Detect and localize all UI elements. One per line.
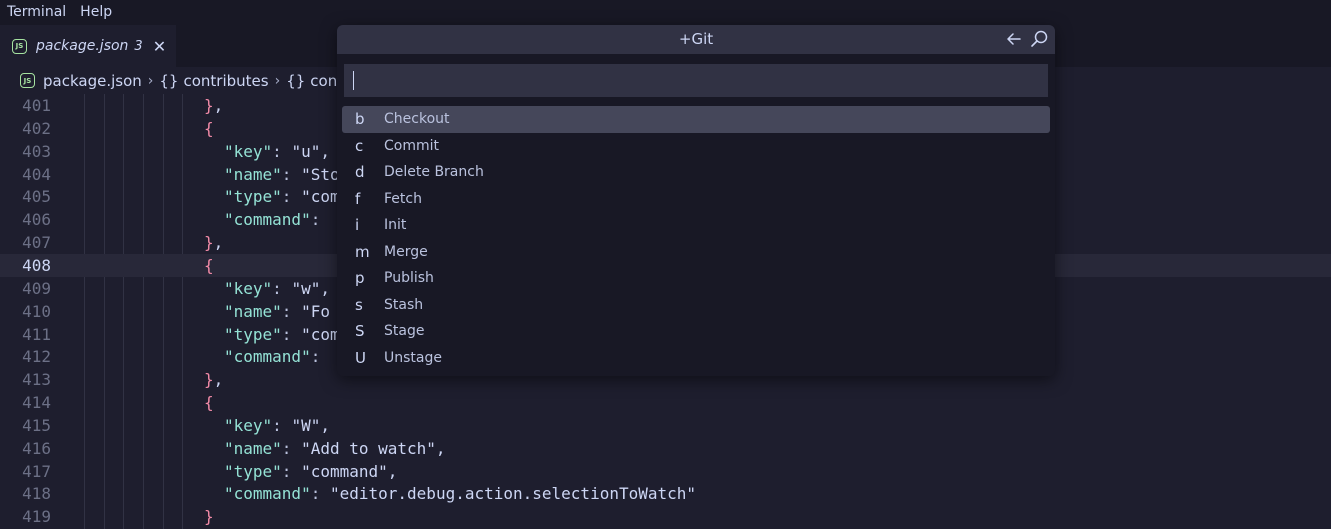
quick-pick-item-label: Delete Branch xyxy=(384,164,484,180)
js-file-icon: JS xyxy=(20,73,35,88)
quick-pick-input[interactable] xyxy=(344,64,1048,97)
line-number: 414 xyxy=(22,393,51,413)
code-line[interactable]: 418 "command": "editor.debug.action.selec… xyxy=(0,482,1331,505)
line-number: 410 xyxy=(22,301,51,321)
text-cursor xyxy=(353,71,354,90)
quick-pick-title: +Git xyxy=(678,30,714,48)
quick-pick-item[interactable]: i Init xyxy=(342,212,1050,239)
close-icon[interactable]: ✕ xyxy=(153,37,166,56)
keybinding-key: f xyxy=(355,189,361,208)
line-number: 408 xyxy=(22,255,51,275)
keybinding-key: c xyxy=(355,136,364,155)
keybinding-key: S xyxy=(355,322,365,340)
quick-pick-item-label: Commit xyxy=(384,137,439,154)
line-code: "key": "u", xyxy=(224,141,330,161)
quick-pick-title-bar: +Git xyxy=(337,25,1055,54)
code-line[interactable]: 417 "type": "command", xyxy=(0,460,1331,483)
quick-pick-item-label: Checkout xyxy=(384,111,450,127)
keybinding-key: U xyxy=(355,348,366,367)
object-icon: {} xyxy=(286,71,306,90)
chevron-right-icon: › xyxy=(274,72,281,89)
line-code: "command": xyxy=(224,347,321,367)
line-code: }, xyxy=(204,233,224,253)
keybinding-key: d xyxy=(355,163,365,181)
quick-pick-item[interactable]: U Unstage xyxy=(342,345,1050,372)
line-code: "name": "Add to watch", xyxy=(224,438,446,458)
line-number: 404 xyxy=(22,164,51,184)
quick-pick-item[interactable]: c Commit xyxy=(342,133,1050,160)
quick-pick-item[interactable]: S Stage xyxy=(342,318,1050,345)
line-code: "command": "editor.debug.action.selectio… xyxy=(224,484,697,504)
line-number: 411 xyxy=(22,324,51,344)
quick-pick-item[interactable]: b Checkout xyxy=(342,106,1050,133)
line-number: 401 xyxy=(22,96,51,115)
line-code: }, xyxy=(204,370,224,390)
line-number: 419 xyxy=(22,507,51,527)
quick-pick-item[interactable]: m Merge xyxy=(342,239,1050,266)
line-number: 417 xyxy=(22,461,51,481)
line-number: 413 xyxy=(22,370,51,390)
tab-package-json[interactable]: JS package.json 3 ✕ xyxy=(0,25,176,67)
quick-pick-item-label: Publish xyxy=(384,270,434,286)
object-icon: {} xyxy=(159,71,179,90)
line-number: 403 xyxy=(22,141,51,161)
line-code: "name": "Sto xyxy=(224,164,340,184)
quick-pick-item[interactable]: d Delete Branch xyxy=(342,159,1050,186)
quick-pick-item[interactable]: f Fetch xyxy=(342,186,1050,213)
arrow-left-icon[interactable] xyxy=(1005,30,1023,48)
quick-pick-item-label: Fetch xyxy=(384,190,422,207)
code-line[interactable]: 415 "key": "W", xyxy=(0,414,1331,437)
problem-count-badge: 3 xyxy=(134,38,143,54)
quick-pick-item[interactable]: p Publish xyxy=(342,265,1050,292)
quick-pick-item-label: Stage xyxy=(384,323,425,339)
search-icon[interactable] xyxy=(1029,29,1049,49)
line-number: 406 xyxy=(22,210,51,230)
line-number: 402 xyxy=(22,118,51,138)
code-line[interactable]: 414 { xyxy=(0,391,1331,414)
line-code: "type": "com xyxy=(224,187,340,207)
quick-pick-item-label: Init xyxy=(384,217,407,233)
keybinding-key: m xyxy=(355,242,370,261)
code-line[interactable]: 416 "name": "Add to watch", xyxy=(0,437,1331,460)
quick-pick: +Git b Checkout c Commit d Delete Branch f Fetc… xyxy=(337,25,1055,376)
line-code: } xyxy=(204,507,214,527)
chevron-right-icon: › xyxy=(147,72,154,89)
line-number: 415 xyxy=(22,415,51,435)
line-code: "key": "w", xyxy=(224,278,330,298)
line-number: 407 xyxy=(22,233,51,253)
line-number: 416 xyxy=(22,438,51,458)
line-code: { xyxy=(204,255,214,275)
tab-label: package.json xyxy=(36,38,129,54)
menu-terminal[interactable]: Terminal xyxy=(0,0,73,25)
quick-pick-list: b Checkout c Commit d Delete Branch f Fetch i Ini… xyxy=(342,106,1050,371)
line-code: "type": "command", xyxy=(224,461,398,481)
line-code: { xyxy=(204,118,214,138)
quick-pick-item-label: Unstage xyxy=(384,349,442,366)
quick-pick-item[interactable]: s Stash xyxy=(342,292,1050,319)
keybinding-key: i xyxy=(355,216,360,234)
breadcrumb-contributes[interactable]: contributes xyxy=(183,72,268,90)
line-number: 409 xyxy=(22,278,51,298)
line-number: 412 xyxy=(22,347,51,367)
line-code: }, xyxy=(204,96,224,115)
line-code: "key": "W", xyxy=(224,415,330,435)
line-number: 405 xyxy=(22,187,51,207)
line-code: { xyxy=(204,393,214,413)
quick-pick-item-label: Merge xyxy=(384,243,428,260)
quick-pick-item-label: Stash xyxy=(384,296,424,313)
keybinding-key: b xyxy=(355,110,365,128)
code-line[interactable]: 419} xyxy=(0,505,1331,528)
js-file-icon: JS xyxy=(12,38,27,54)
line-code: "command": xyxy=(224,210,321,230)
menu-bar: Terminal Help xyxy=(0,0,1331,25)
menu-help[interactable]: Help xyxy=(73,0,119,25)
line-code: "name": "Fo xyxy=(224,301,330,321)
keybinding-key: s xyxy=(355,295,363,314)
line-code: "type": "com xyxy=(224,324,340,344)
keybinding-key: p xyxy=(355,269,365,287)
line-number: 418 xyxy=(22,484,51,504)
breadcrumb-file[interactable]: package.json xyxy=(43,72,142,90)
